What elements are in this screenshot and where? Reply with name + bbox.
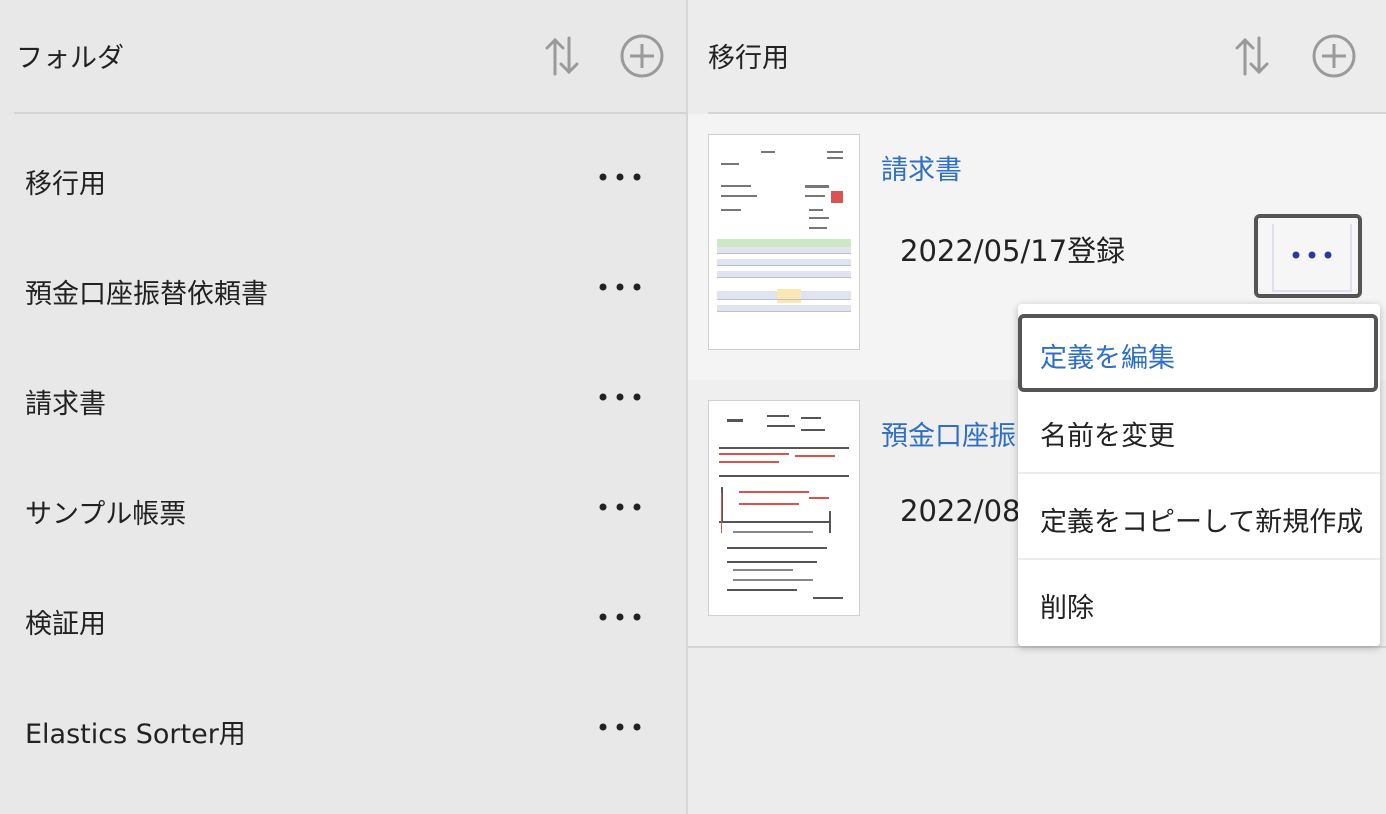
folder-label: Elastics Sorter用 <box>25 719 246 750</box>
more-horizontal-icon[interactable] <box>596 162 644 192</box>
sort-icon[interactable] <box>1230 34 1274 78</box>
folder-item[interactable]: 移行用 <box>0 122 686 232</box>
menu-item-label: 削除 <box>1040 593 1094 624</box>
menu-item-label: 定義を編集 <box>1040 343 1175 374</box>
definition-title[interactable]: 請求書 <box>881 148 962 187</box>
more-horizontal-icon[interactable] <box>596 712 644 742</box>
folder-panel-title: フォルダ <box>16 43 124 74</box>
folder-label: 請求書 <box>25 389 106 420</box>
folder-item[interactable]: 預金口座振替依頼書 <box>0 232 686 342</box>
folder-item[interactable]: 請求書 <box>0 342 686 452</box>
folder-label: サンプル帳票 <box>25 499 187 530</box>
menu-item-copy-new[interactable]: 定義をコピーして新規作成 <box>1018 476 1380 560</box>
folder-item[interactable]: サンプル帳票 <box>0 452 686 562</box>
definition-panel-header: 移行用 <box>708 0 1386 114</box>
folder-label: 移行用 <box>25 169 106 200</box>
folder-item[interactable]: 検証用 <box>0 562 686 672</box>
context-menu: 定義を編集 名前を変更 定義をコピーして新規作成 削除 <box>1018 304 1380 646</box>
more-horizontal-icon[interactable] <box>596 382 644 412</box>
folder-label: 預金口座振替依頼書 <box>25 279 268 310</box>
menu-item-delete[interactable]: 削除 <box>1018 562 1380 646</box>
folder-panel-header: フォルダ <box>14 0 686 114</box>
more-horizontal-icon[interactable] <box>596 602 644 632</box>
menu-item-label: 名前を変更 <box>1040 421 1175 452</box>
menu-item-label: 定義をコピーして新規作成 <box>1040 507 1364 538</box>
definition-panel-title: 移行用 <box>708 43 789 74</box>
more-horizontal-icon <box>1292 251 1332 259</box>
form-thumbnail <box>708 400 860 616</box>
registration-date: 2022/05/17登録 <box>900 234 1126 268</box>
registration-date: 2022/08 <box>900 494 1021 528</box>
menu-item-rename[interactable]: 名前を変更 <box>1018 390 1380 474</box>
menu-item-edit-definition[interactable]: 定義を編集 <box>1018 314 1378 392</box>
folder-list: 移行用 預金口座振替依頼書 請求書 サンプル帳票 検証用 Elastics So… <box>0 122 686 782</box>
sort-icon[interactable] <box>540 34 584 78</box>
more-horizontal-icon[interactable] <box>596 492 644 522</box>
folder-item[interactable]: Elastics Sorter用 <box>0 672 686 782</box>
definition-title[interactable]: 預金口座振 <box>881 414 1016 453</box>
folder-label: 検証用 <box>25 609 106 640</box>
add-circle-icon[interactable] <box>1312 34 1356 78</box>
more-horizontal-icon[interactable] <box>596 272 644 302</box>
invoice-thumbnail <box>708 134 860 350</box>
folder-panel: フォルダ 移行用 預金口座振替依頼書 請求書 サンプル帳票 検証用 Elasti… <box>0 0 688 814</box>
add-circle-icon[interactable] <box>620 34 664 78</box>
more-button[interactable] <box>1254 214 1362 298</box>
